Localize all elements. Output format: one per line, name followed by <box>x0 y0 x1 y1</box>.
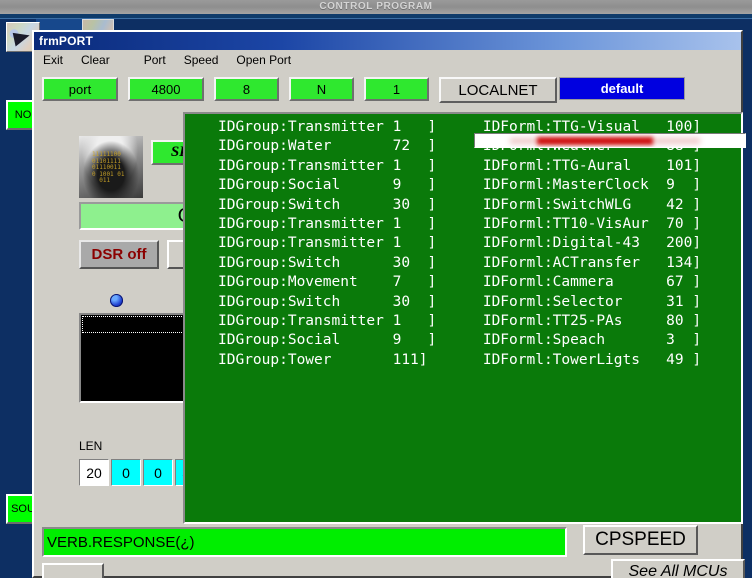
id-form-cell: IDForml:Digital-43 200] <box>482 235 702 252</box>
id-group-cell: IDGroup:Transmitter 1 ] <box>218 313 437 330</box>
unlabeled-small-button[interactable] <box>42 563 104 578</box>
data-bits-button[interactable]: 8 <box>214 77 279 101</box>
masked-figure-image: 11111100 01101111 01110011 0 1001 01 011 <box>79 136 143 198</box>
baud-rate-button[interactable]: 4800 <box>128 77 204 101</box>
id-form-cell: IDForml:SwitchWLG 42 ] <box>482 196 702 213</box>
see-all-mcus-button[interactable]: See All MCUs <box>611 559 745 578</box>
window-title-bar[interactable]: frmPORT <box>34 32 741 50</box>
id-list-row[interactable]: IDGroup:Social 9 ] IDForml:MasterClock 9 … <box>185 176 741 195</box>
status-progress-bar[interactable] <box>474 133 746 148</box>
id-form-cell: IDForml:Selector 31 ] <box>482 293 702 310</box>
len-box-2[interactable]: 0 <box>143 459 173 486</box>
port-name-button[interactable]: port <box>42 77 118 101</box>
menu-bar: Exit Clear Port Speed Open Port <box>34 50 741 70</box>
len-label: LEN <box>79 439 103 453</box>
id-list-row[interactable]: IDGroup:Tower 111] IDForml:TowerLigts 49 … <box>185 351 741 370</box>
id-list-row[interactable]: IDGroup:Transmitter 1 ] IDForml:TT10-VisA… <box>185 215 741 234</box>
id-list-row[interactable]: IDGroup:Switch 30 ] IDForml:ACTransfer 13… <box>185 254 741 273</box>
default-profile-badge[interactable]: default <box>559 77 685 100</box>
menu-clear[interactable]: Clear <box>72 52 119 68</box>
id-group-cell: IDGroup:Transmitter 1 ] <box>218 216 437 233</box>
id-group-cell: IDGroup:Tower 111] <box>218 351 428 368</box>
arrow-glyph <box>12 29 32 47</box>
cpspeed-button[interactable]: CPSPEED <box>583 525 698 555</box>
id-form-cell: IDForml:MasterClock 9 ] <box>482 177 702 194</box>
frmport-window: frmPORT Exit Clear Port Speed Open Port … <box>32 30 746 578</box>
id-list-row[interactable]: IDGroup:Switch 30 ] IDForml:Selector 31 ] <box>185 293 741 312</box>
id-form-cell: IDForml:TT25-PAs 80 ] <box>482 313 702 330</box>
id-list-row[interactable]: IDGroup:Switch 30 ] IDForml:SwitchWLG 42 … <box>185 196 741 215</box>
id-group-cell: IDGroup:Water 72 ] <box>218 138 437 155</box>
id-form-cell: IDForml:ACTransfer 134] <box>482 254 702 271</box>
verb-response-field[interactable]: VERB.RESPONSE(¿) <box>42 527 567 557</box>
id-list-row[interactable]: IDGroup:Transmitter 1 ] IDForml:Digital-4… <box>185 234 741 253</box>
id-form-cell: IDForml:TT10-VisAur 70 ] <box>482 216 702 233</box>
id-list-row[interactable]: IDGroup:Transmitter 1 ] IDForml:TT25-PAs … <box>185 312 741 331</box>
localnet-button[interactable]: LOCALNET <box>439 77 557 103</box>
id-list-row[interactable]: IDGroup:Social 9 ] IDForml:Speach 3 ] <box>185 331 741 350</box>
status-progress-fill <box>537 137 653 145</box>
menu-port[interactable]: Port <box>135 52 175 68</box>
parity-button[interactable]: N <box>289 77 354 101</box>
len-box-0[interactable]: 20 <box>79 459 109 486</box>
id-form-cell: IDForml:TowerLigts 49 ] <box>482 351 702 368</box>
id-group-cell: IDGroup:Social 9 ] <box>218 332 437 349</box>
globe-icon[interactable] <box>110 294 123 307</box>
menu-speed[interactable]: Speed <box>175 52 228 68</box>
menu-exit[interactable]: Exit <box>34 52 72 68</box>
id-list-row[interactable]: IDGroup:Transmitter 1 ] IDForml:TTG-Aural… <box>185 157 741 176</box>
stop-bits-button[interactable]: 1 <box>364 77 429 101</box>
len-box-1[interactable]: 0 <box>111 459 141 486</box>
id-list-rows: IDGroup:Transmitter 1 ] IDForml:TTG-Visua… <box>185 118 741 370</box>
os-title-bar: CONTROL PROGRAM <box>0 0 752 14</box>
id-group-cell: IDGroup:Switch 30 ] <box>218 196 437 213</box>
id-group-cell: IDGroup:Switch 30 ] <box>218 254 437 271</box>
menu-open-port[interactable]: Open Port <box>227 52 300 68</box>
id-form-cell: IDForml:Cammera 67 ] <box>482 274 702 291</box>
id-group-cell: IDGroup:Movement 7 ] <box>218 274 437 291</box>
id-list-panel[interactable]: IDGroup:Transmitter 1 ] IDForml:TTG-Visua… <box>183 112 743 524</box>
id-group-cell: IDGroup:Transmitter 1 ] <box>218 119 437 135</box>
id-form-cell: IDForml:TTG-Aural 101] <box>482 157 702 174</box>
dsr-status-button[interactable]: DSR off <box>79 240 159 269</box>
id-group-cell: IDGroup:Transmitter 1 ] <box>218 235 437 252</box>
port-settings-row: port 4800 8 N 1 LOCALNET default <box>42 77 685 103</box>
binary-code-overlay: 11111100 01101111 01110011 0 1001 01 011 <box>92 151 125 184</box>
screen: CONTROL PROGRAM NO SOU frmPORT Exit Clea… <box>0 0 752 578</box>
id-group-cell: IDGroup:Social 9 ] <box>218 177 437 194</box>
id-group-cell: IDGroup:Transmitter 1 ] <box>218 157 437 174</box>
id-list-row[interactable]: IDGroup:Movement 7 ] IDForml:Cammera 67 ] <box>185 273 741 292</box>
id-form-cell: IDForml:Speach 3 ] <box>482 332 702 349</box>
id-group-cell: IDGroup:Switch 30 ] <box>218 293 437 310</box>
